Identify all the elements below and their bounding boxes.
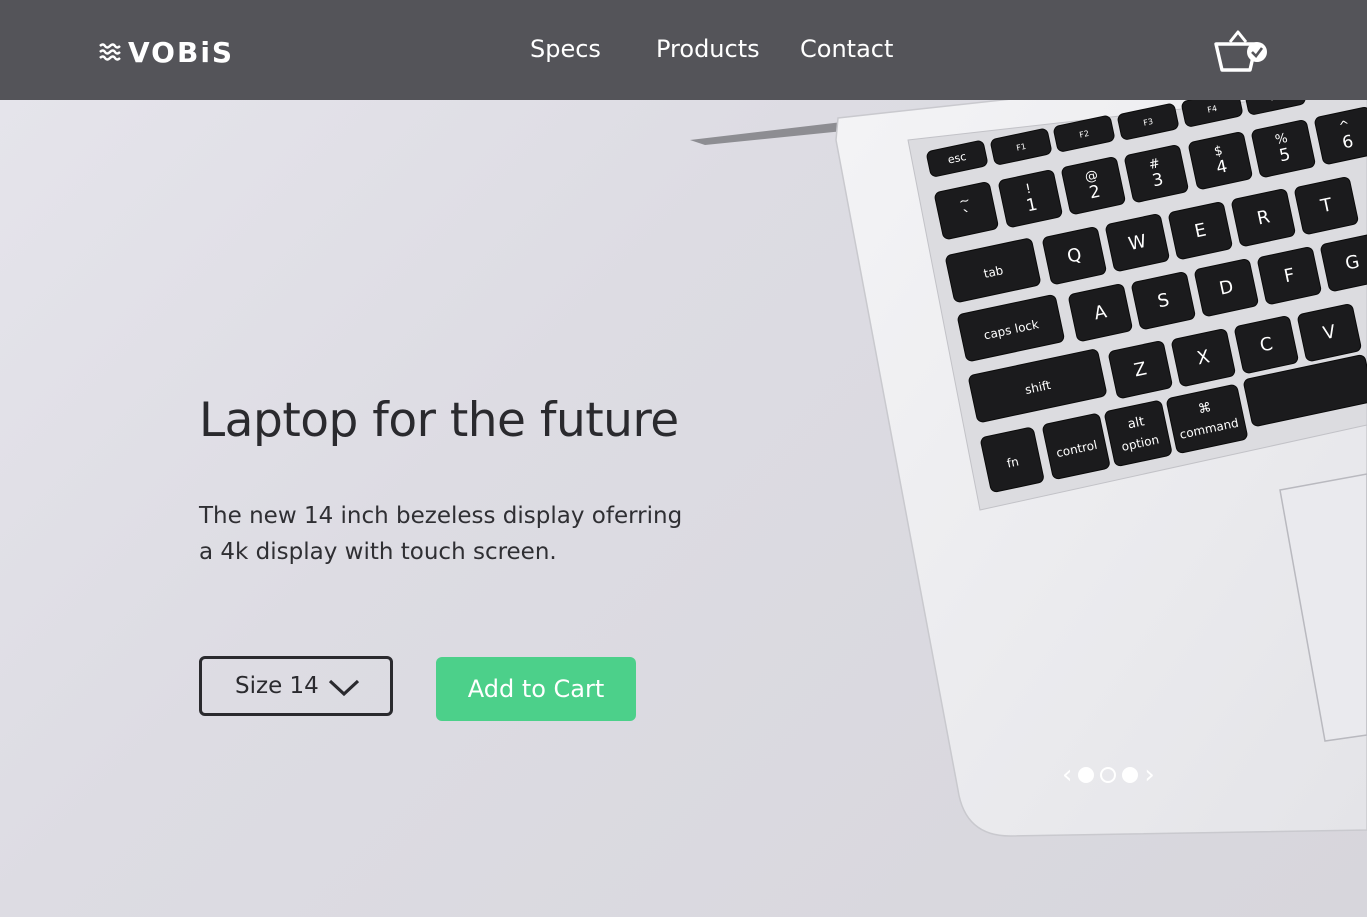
carousel-prev-icon[interactable]: ‹ xyxy=(1062,762,1072,788)
brand-logo[interactable]: VOBiS xyxy=(98,36,234,69)
carousel-controls: ‹ › xyxy=(1062,762,1155,788)
brand-name: VOBiS xyxy=(128,36,235,69)
hero-title: Laptop for the future xyxy=(199,393,679,448)
chevron-down-icon xyxy=(328,677,360,703)
nav-contact[interactable]: Contact xyxy=(800,35,893,63)
carousel-dot-3[interactable] xyxy=(1122,767,1139,783)
key-control: control xyxy=(1042,413,1110,480)
waves-icon xyxy=(98,42,122,64)
hero-description: The new 14 inch bezeless display oferrin… xyxy=(199,503,683,565)
add-to-cart-button[interactable]: Add to Cart xyxy=(436,657,636,721)
cart-button[interactable] xyxy=(1210,28,1270,76)
nav-products[interactable]: Products xyxy=(656,35,760,63)
carousel-next-icon[interactable]: › xyxy=(1144,762,1154,788)
carousel-dot-1[interactable] xyxy=(1078,767,1095,783)
key-fn: fn xyxy=(980,427,1044,493)
carousel-dot-2[interactable] xyxy=(1100,767,1117,783)
key-option: optionalt xyxy=(1104,400,1172,467)
nav-specs[interactable]: Specs xyxy=(530,35,601,63)
site-header: VOBiS Specs Products Contact xyxy=(0,0,1367,100)
size-select[interactable]: Size 14 xyxy=(199,656,393,716)
laptop-hero-image: escF1F2F3F4F5`~1!2@3#4$5%6^tabQWERTcaps … xyxy=(690,59,1367,837)
size-select-value: Size 14 xyxy=(235,673,319,699)
basket-check-icon xyxy=(1214,30,1267,72)
